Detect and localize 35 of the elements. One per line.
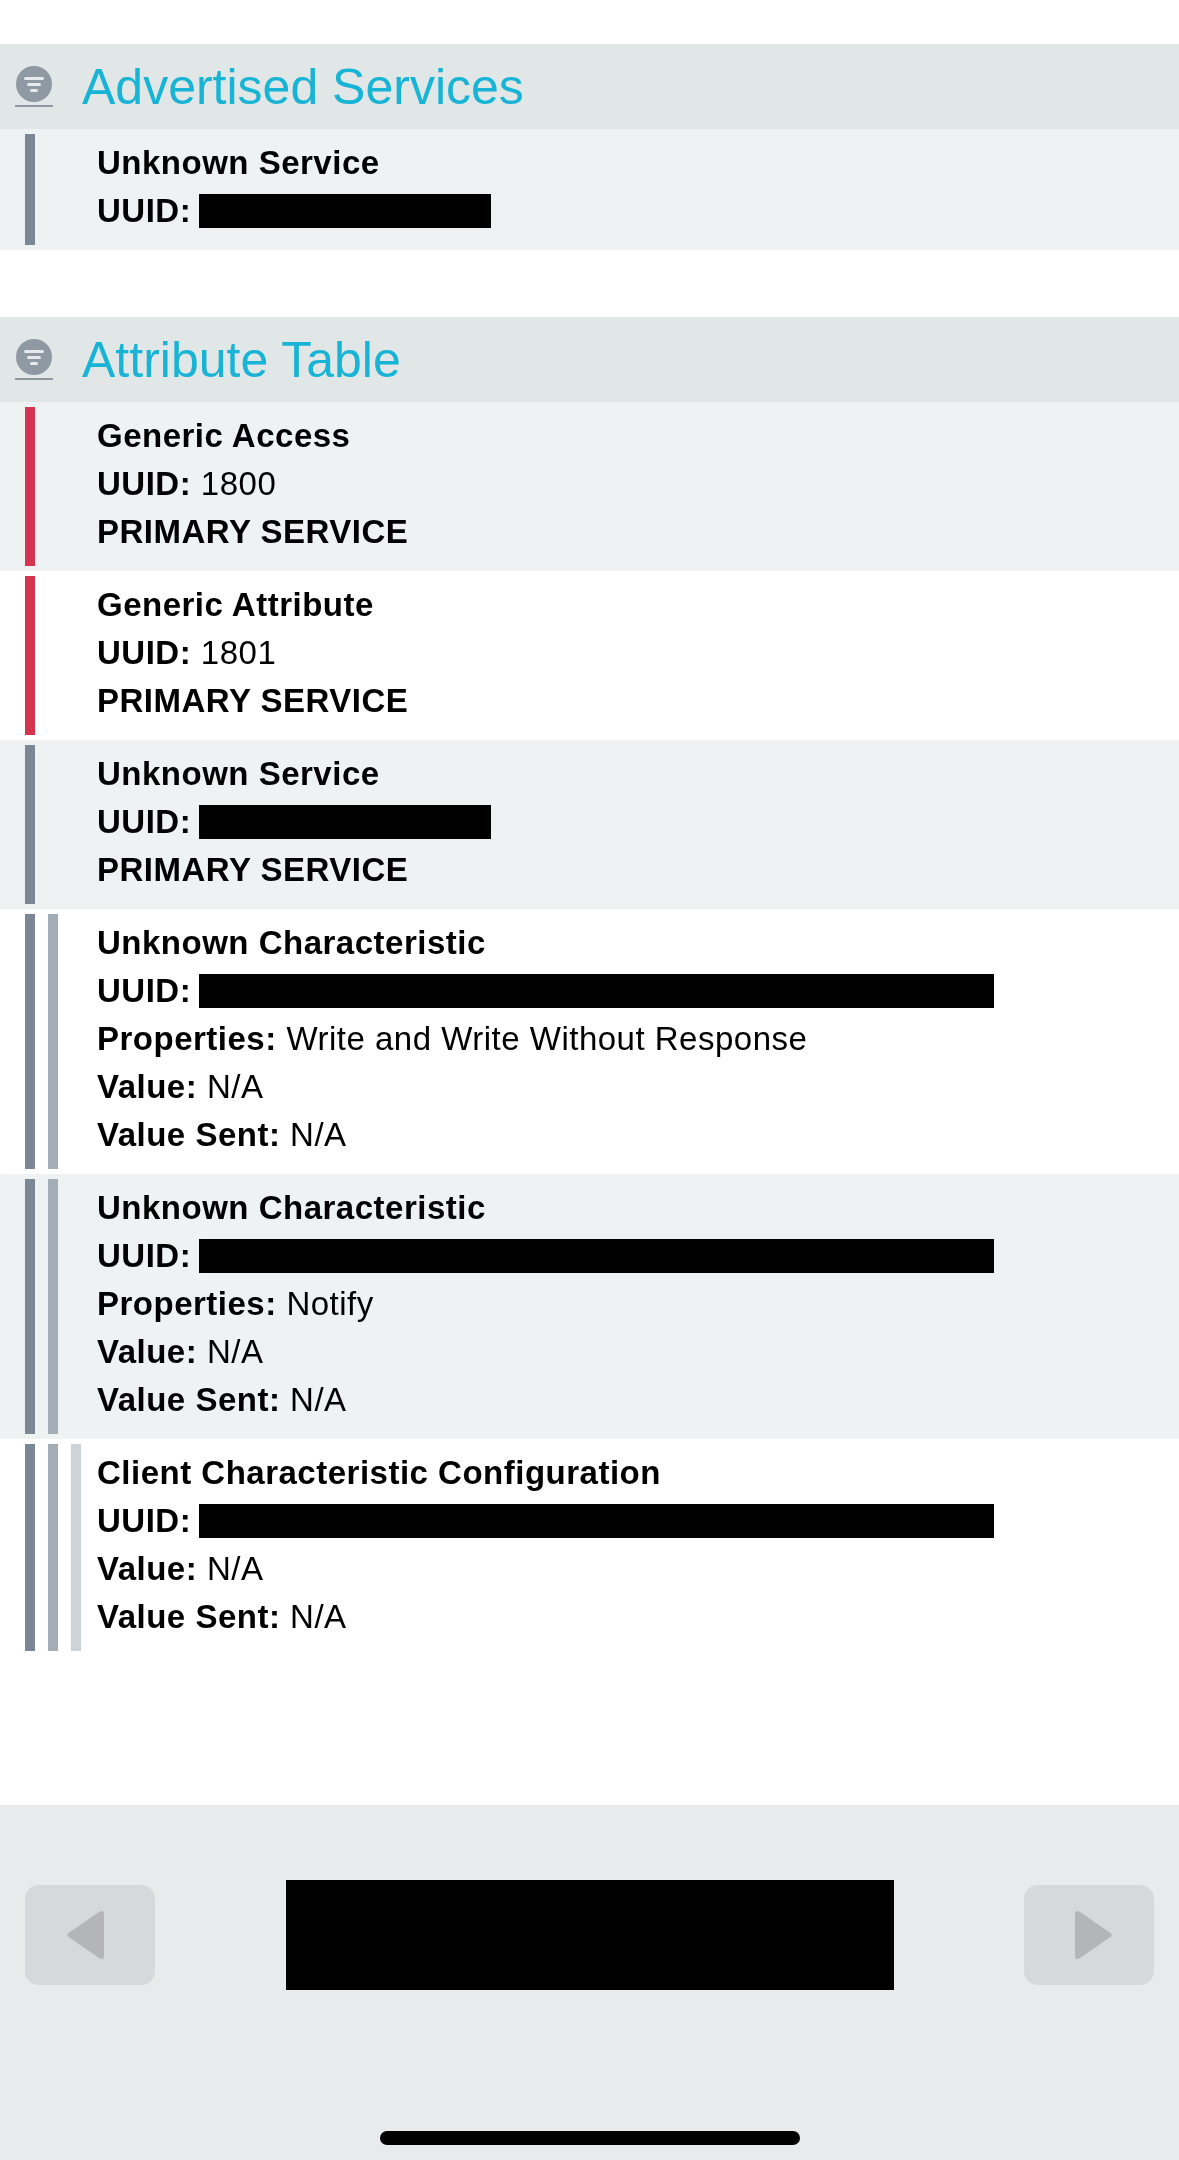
field-text: Value: N/A [97,1332,264,1372]
field-text: Value Sent: N/A [97,1380,347,1420]
attribute-name: Client Characteristic Configuration [97,1453,662,1493]
service-type: PRIMARY SERVICE [97,681,409,721]
section-title: Advertised Services [82,57,524,116]
attribute-row[interactable]: Generic Access UUID: 1800 PRIMARY SERVICE [0,402,1179,571]
field-text: Properties: Notify [97,1284,374,1324]
field-text: Properties: Write and Write Without Response [97,1019,808,1059]
field-text: UUID: [97,1236,192,1276]
attribute-name: Unknown Characteristic [97,1188,487,1228]
filter-icon[interactable] [12,337,56,382]
field-text: Value Sent: N/A [97,1597,347,1637]
attribute-row[interactable]: Unknown Service UUID: [0,129,1179,250]
field-text: UUID: [97,191,192,231]
attribute-row[interactable]: Unknown Service UUID: PRIMARY SERVICE [0,740,1179,909]
field-text: UUID: 1800 [97,464,277,504]
attribute-row[interactable]: Unknown Characteristic UUID: Properties: Notify Value: N/A Value Sent: N/A [0,1174,1179,1439]
back-button[interactable] [25,1885,155,1985]
field-text: Value Sent: N/A [97,1115,347,1155]
field-text: UUID: [97,802,192,842]
filter-icon[interactable] [12,64,56,109]
section-title: Attribute Table [82,330,401,389]
service-type: PRIMARY SERVICE [97,850,410,890]
attribute-name: Unknown Service [97,143,381,183]
attribute-name: Generic Access [97,416,352,456]
field-text: Value: N/A [97,1549,264,1589]
attribute-name: Unknown Characteristic [97,923,487,963]
service-type: PRIMARY SERVICE [97,512,409,552]
field-text: Value: N/A [97,1067,264,1107]
attribute-name: Unknown Service [97,754,381,794]
field-text: UUID: [97,971,192,1011]
attribute-name: Generic Attribute [97,585,375,625]
field-text: UUID: [97,1501,192,1541]
field-text: UUID: 1801 [97,633,277,673]
forward-button[interactable] [1024,1885,1154,1985]
